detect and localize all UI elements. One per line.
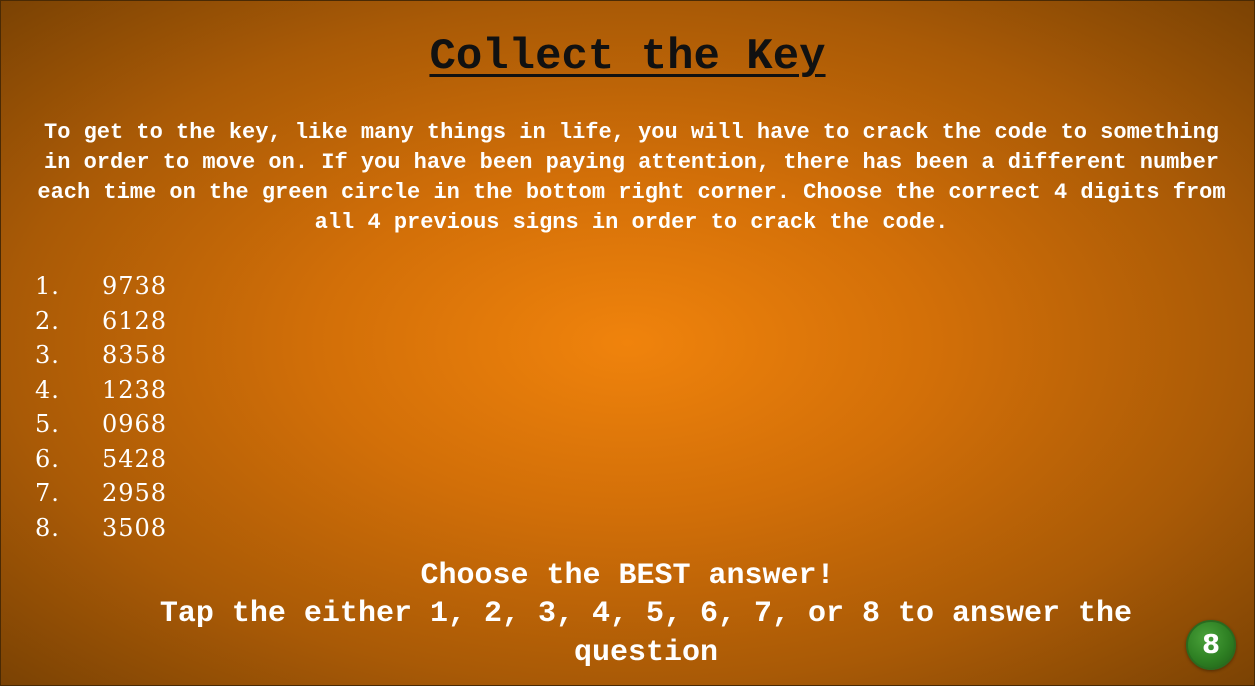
- option-number: 6.: [35, 444, 60, 473]
- page-number-badge[interactable]: 8: [1186, 620, 1236, 670]
- option-value: 8358: [102, 341, 168, 369]
- option-number: 5.: [35, 410, 60, 438]
- option-value: 5428: [102, 444, 168, 473]
- option-value: 2958: [102, 479, 168, 507]
- answer-option-1[interactable]: 1. 9738: [35, 269, 167, 304]
- prompt-text: Choose the BEST answer!: [420, 559, 835, 593]
- answer-option-7[interactable]: 7. 2958: [35, 476, 167, 511]
- option-number: 2.: [35, 306, 60, 335]
- option-number: 7.: [35, 479, 60, 507]
- answer-option-2[interactable]: 2. 6128: [35, 304, 167, 339]
- answer-option-8[interactable]: 8. 3508: [35, 511, 167, 546]
- option-value: 6128: [102, 306, 168, 335]
- option-value: 0968: [102, 410, 168, 438]
- option-value: 3508: [102, 513, 168, 542]
- answer-option-3[interactable]: 3. 8358: [35, 338, 167, 373]
- answer-options-list: 1. 9738 2. 6128 3. 8358 4. 1238 5. 0968 …: [35, 269, 167, 545]
- instruction-text: Tap the either 1, 2, 3, 4, 5, 6, 7, or 8…: [159, 597, 1133, 670]
- intro-text: To get to the key, like many things in l…: [37, 120, 1226, 235]
- option-number: 4.: [35, 375, 60, 404]
- option-number: 8.: [35, 513, 60, 542]
- option-value: 9738: [102, 272, 168, 300]
- answer-option-5[interactable]: 5. 0968: [35, 407, 167, 442]
- answer-option-4[interactable]: 4. 1238: [35, 373, 167, 408]
- page-title: Collect the Key: [429, 32, 826, 82]
- option-number: 3.: [35, 341, 60, 369]
- option-number: 1.: [35, 272, 60, 300]
- option-value: 1238: [102, 375, 168, 404]
- answer-option-6[interactable]: 6. 5428: [35, 442, 167, 477]
